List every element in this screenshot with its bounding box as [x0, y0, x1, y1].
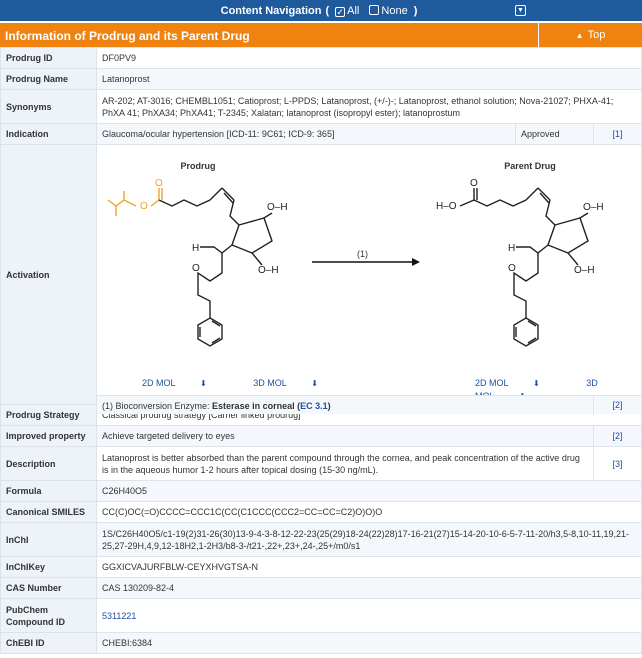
prodrug-title: Prodrug: [180, 160, 216, 171]
enzyme-text: (1) Bioconversion Enzyme: Esterase in co…: [102, 400, 331, 411]
row-description: Description Latanoprost is better absorb…: [0, 446, 642, 481]
parent-2d-mol-link[interactable]: 2D MOL ⬇: [475, 378, 562, 388]
label-inchikey: InChIKey: [0, 556, 97, 578]
pubchem-link[interactable]: 5311221: [102, 611, 136, 621]
value-chebi: CHEBI:6384: [96, 632, 642, 654]
parent-side-h: H: [508, 243, 515, 254]
top-label: Top: [587, 29, 606, 41]
indication-ref-link[interactable]: [1]: [593, 123, 642, 145]
label-pubchem: PubChem Compound ID: [0, 598, 97, 633]
ester-oxygen: O: [140, 201, 148, 212]
prodrug-3d-mol-link[interactable]: 3D MOL ⬇: [253, 378, 340, 388]
label-smiles: Canonical SMILES: [0, 501, 97, 523]
row-inchi: InChI 1S/C26H40O5/c1-19(2)31-26(30)13-9-…: [0, 522, 642, 557]
value-synonyms: AR-202; AT-3016; CHEMBL1051; Catioprost;…: [96, 89, 642, 124]
label-strategy: Prodrug Strategy: [0, 404, 97, 426]
prodrug-2d-mol-link[interactable]: 2D MOL ⬇: [142, 378, 229, 388]
label-prodrug-id: Prodrug ID: [0, 47, 97, 69]
download-icon: ⬇: [533, 378, 540, 388]
parent-oh-1: O–H: [583, 202, 604, 213]
activation-diagram: Prodrug Parent Drug O O O–H O–H H O (1) …: [97, 155, 641, 415]
label-activation: Activation: [0, 144, 97, 405]
prodrug-mol-links: 2D MOL ⬇ 3D MOL ⬇: [142, 377, 362, 390]
value-pubchem-cell: 5311221: [96, 598, 642, 633]
row-cas: CAS Number CAS 130209-82-4: [0, 577, 642, 599]
value-smiles: CC(C)OC(=O)CCCC=CCC1C(CC(C1CCC(CCC2=CC=C…: [96, 501, 642, 523]
row-prodrug-name: Prodrug Name Latanoprost: [0, 68, 642, 90]
value-inchi: 1S/C26H40O5/c1-19(2)31-26(30)13-9-4-3-8-…: [96, 522, 642, 557]
value-description: Latanoprost is better absorbed than the …: [96, 446, 594, 481]
parent-drug-title: Parent Drug: [504, 160, 556, 171]
info-table: Prodrug ID DF0PV9 Prodrug Name Latanopro…: [0, 47, 642, 654]
parent-side-o: O: [508, 263, 516, 274]
nav-all-toggle[interactable]: ✓ All: [335, 5, 359, 17]
square-icon: [369, 4, 380, 15]
row-smiles: Canonical SMILES CC(C)OC(=O)CCCC=CCC1C(C…: [0, 501, 642, 523]
parent-drug-structure: H–O O O–H O–H H O: [430, 172, 628, 371]
row-activation: Activation Prodrug Parent Drug O O O–H O…: [0, 144, 642, 415]
value-inchikey: GGXICVAJURFBLW-CEYXHVGTSA-N: [96, 556, 642, 578]
description-ref-link[interactable]: [3]: [593, 446, 642, 481]
label-improved: Improved property: [0, 425, 97, 447]
nav-title: Content Navigation: [220, 4, 322, 17]
value-prodrug-name: Latanoprost: [96, 68, 642, 90]
nav-none-toggle[interactable]: None: [369, 4, 408, 17]
value-formula: C26H40O5: [96, 480, 642, 502]
row-improved: Improved property Achieve targeted deliv…: [0, 425, 642, 447]
check-square-icon: ✓: [335, 6, 346, 17]
alpha-chain: [158, 187, 223, 207]
label-prodrug-name: Prodrug Name: [0, 68, 97, 90]
enzyme-name: Esterase in corneal: [212, 400, 295, 411]
nav-open-paren: (: [325, 4, 330, 17]
section-header: Information of Prodrug and its Parent Dr…: [0, 23, 642, 47]
prodrug-oh-2: O–H: [258, 265, 279, 276]
label-chebi: ChEBI ID: [0, 632, 97, 654]
indication-status: Approved: [515, 123, 594, 145]
row-pubchem: PubChem Compound ID 5311221: [0, 598, 642, 633]
label-indication: Indication: [0, 123, 97, 145]
row-inchikey: InChIKey GGXICVAJURFBLW-CEYXHVGTSA-N: [0, 556, 642, 578]
value-improved: Achieve targeted delivery to eyes: [96, 425, 594, 447]
indication-ref[interactable]: [1]: [612, 129, 622, 139]
parent-acid-oh: H–O: [436, 201, 457, 212]
parent-carbonyl-o: O: [470, 178, 478, 189]
enzyme-row: (1) Bioconversion Enzyme: Esterase in co…: [97, 394, 641, 415]
download-icon: ⬇: [200, 378, 207, 388]
download-icon: ⬇: [311, 378, 318, 388]
row-formula: Formula C26H40O5: [0, 480, 642, 502]
content-navigation-bar: Content Navigation ( ✓ All None ): [0, 0, 642, 21]
section-title: Information of Prodrug and its Parent Dr…: [5, 29, 250, 43]
phenyl-ring: [197, 316, 223, 347]
nav-none-label: None: [381, 4, 408, 17]
enzyme-ref-link[interactable]: [2]: [593, 395, 641, 415]
improved-ref-link[interactable]: [2]: [593, 425, 642, 447]
enzyme-ec-link[interactable]: EC 3.1: [300, 401, 328, 411]
row-prodrug-id: Prodrug ID DF0PV9: [0, 47, 642, 69]
top-button[interactable]: ▲ Top: [538, 23, 642, 47]
value-prodrug-id: DF0PV9: [96, 47, 642, 69]
label-synonyms: Synonyms: [0, 89, 97, 124]
nav-all-label: All: [347, 4, 360, 17]
prodrug-side-h: H: [192, 243, 199, 254]
caret-up-icon: ▲: [575, 30, 584, 40]
label-inchi: InChI: [0, 522, 97, 557]
activation-cell: Prodrug Parent Drug O O O–H O–H H O (1) …: [96, 144, 642, 415]
label-formula: Formula: [0, 480, 97, 502]
row-indication: Indication Glaucoma/ocular hypertension …: [0, 123, 642, 145]
isopropyl-group: [107, 190, 125, 207]
chevron-down-icon[interactable]: ▼: [515, 5, 526, 16]
prodrug-oh-1: O–H: [267, 202, 288, 213]
row-chebi: ChEBI ID CHEBI:6384: [0, 632, 642, 654]
reaction-arrow: [312, 257, 420, 266]
row-synonyms: Synonyms AR-202; AT-3016; CHEMBL1051; Ca…: [0, 89, 642, 124]
parent-oh-2: O–H: [574, 265, 595, 276]
label-cas: CAS Number: [0, 577, 97, 599]
prodrug-side-o: O: [192, 263, 200, 274]
prodrug-structure: O O O–H O–H H O: [102, 172, 299, 371]
value-cas: CAS 130209-82-4: [96, 577, 642, 599]
carbonyl-oxygen: O: [155, 178, 163, 189]
label-description: Description: [0, 446, 97, 481]
nav-close-paren: ): [413, 4, 418, 17]
value-indication: Glaucoma/ocular hypertension [ICD-11: 9C…: [96, 123, 516, 145]
